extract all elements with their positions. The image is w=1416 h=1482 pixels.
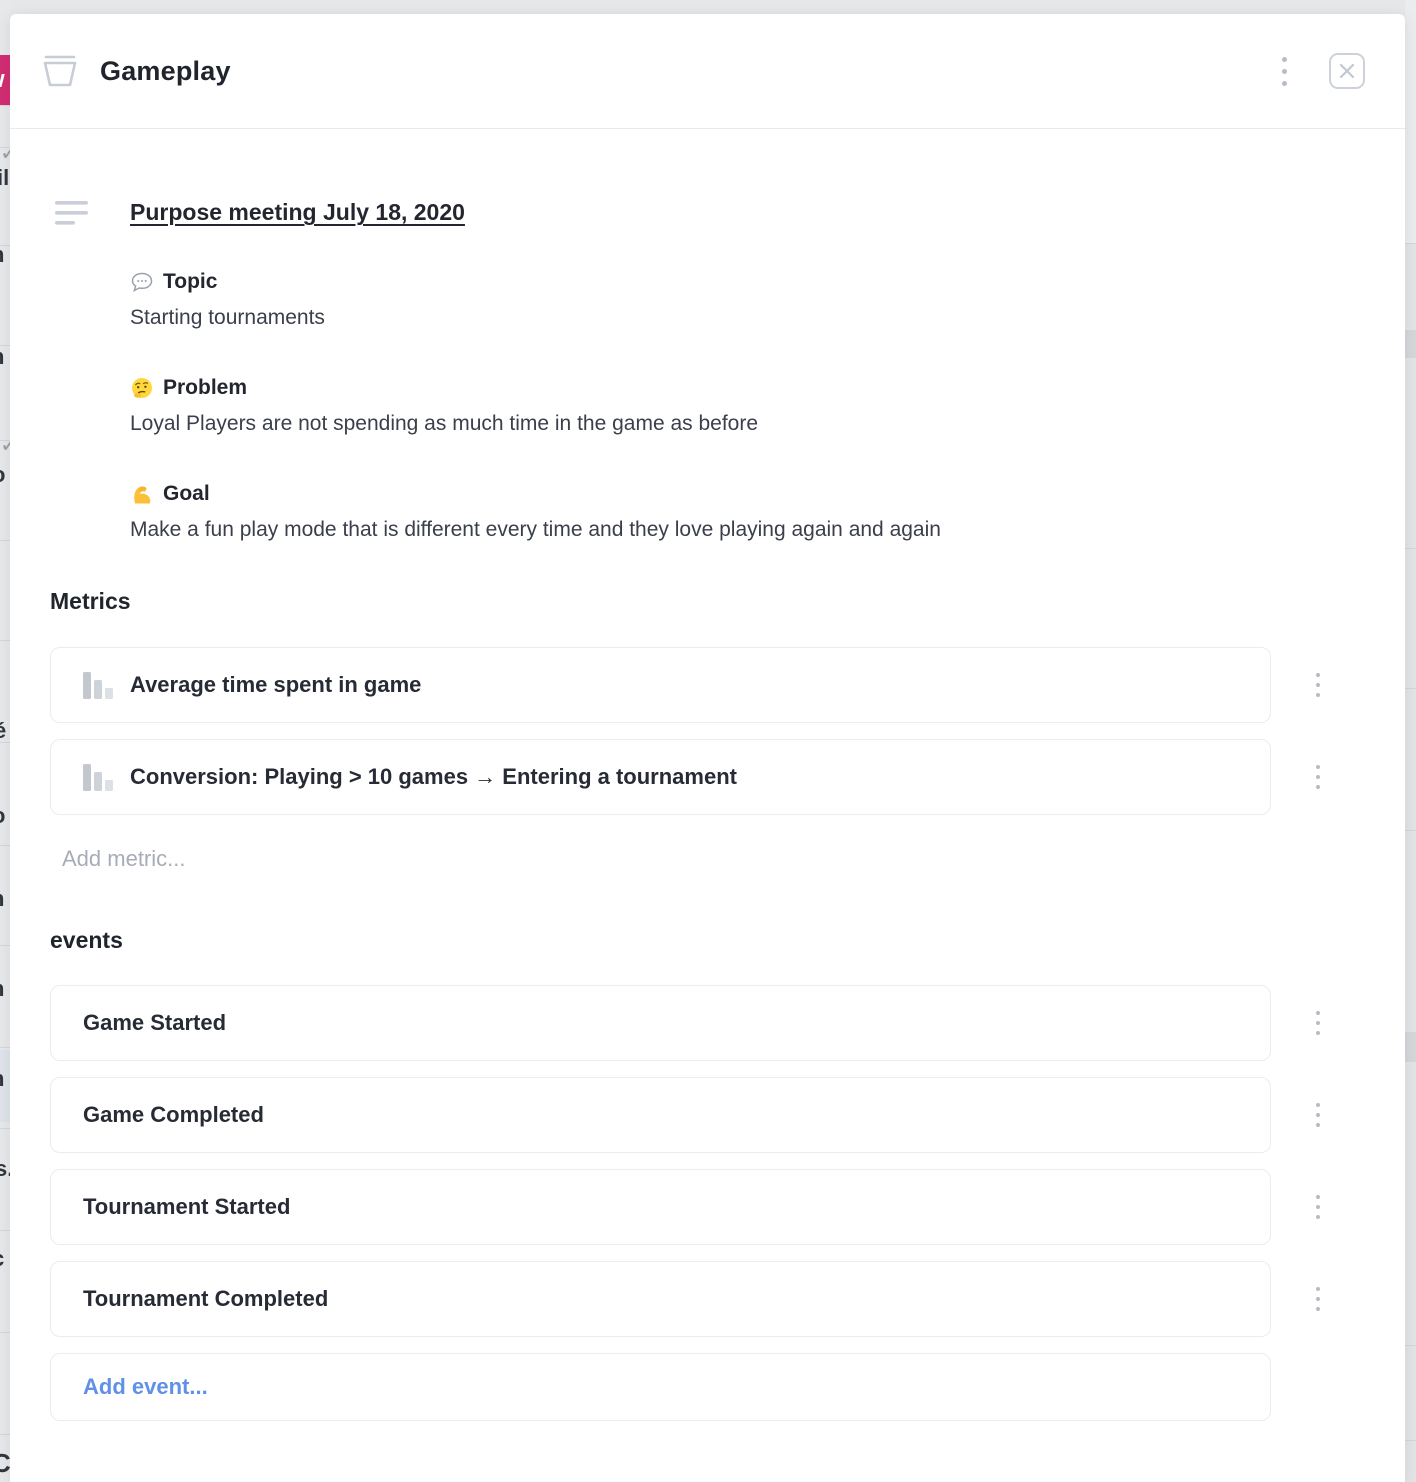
group-text: Starting tournaments — [130, 305, 1271, 330]
add-event-row: Add event... — [50, 1353, 1271, 1421]
group-text: Make a fun play mode that is different e… — [130, 517, 1271, 542]
close-button[interactable] — [1329, 53, 1365, 89]
event-kebab-menu-icon[interactable] — [1316, 1287, 1320, 1311]
description-group-goal: Goal Make a fun play mode that is differ… — [130, 482, 1271, 542]
event-label: Game Started — [83, 1010, 226, 1036]
event-card-game-completed[interactable]: Game Completed — [50, 1077, 1271, 1153]
bg-text-fragment: é — [0, 718, 6, 744]
event-kebab-menu-icon[interactable] — [1316, 1195, 1320, 1219]
description-group-problem: Problem Loyal Players are not spending a… — [130, 376, 1271, 436]
bar-chart-icon — [83, 671, 113, 699]
event-label: Tournament Completed — [83, 1286, 328, 1312]
description-group-topic: Topic Starting tournaments — [130, 270, 1271, 330]
group-label: Topic — [163, 270, 217, 294]
bg-text-fragment: n — [0, 886, 4, 912]
bg-text-fragment: n — [0, 344, 4, 370]
bg-text-fragment: o — [0, 803, 5, 829]
group-label: Problem — [163, 376, 247, 400]
bg-text-fragment: n — [0, 242, 4, 268]
metric-card-average-time[interactable]: Average time spent in game — [50, 647, 1271, 723]
category-description[interactable]: Purpose meeting July 18, 2020 Topic Star… — [130, 199, 1271, 542]
event-row: Tournament Completed — [50, 1261, 1271, 1337]
metric-row: Average time spent in game — [50, 647, 1271, 723]
metric-kebab-menu-icon[interactable] — [1316, 765, 1320, 789]
group-text: Loyal Players are not spending as much t… — [130, 411, 1271, 436]
flexed-biceps-emoji — [130, 482, 154, 506]
close-icon — [1339, 63, 1355, 79]
bg-text-fragment: c — [0, 1246, 4, 1272]
background-page-right-strip — [1405, 0, 1416, 1482]
category-basket-icon — [42, 54, 78, 88]
metric-row: Conversion: Playing > 10 games → Enterin… — [50, 739, 1271, 815]
metric-label: Conversion: Playing > 10 games → Enterin… — [130, 764, 737, 790]
panel-header: Gameplay — [10, 14, 1405, 129]
event-card-game-started[interactable]: Game Started — [50, 985, 1271, 1061]
metric-kebab-menu-icon[interactable] — [1316, 673, 1320, 697]
group-label: Goal — [163, 482, 210, 506]
bg-text-fragment: o — [0, 462, 5, 488]
bg-text-fragment: n — [0, 1066, 4, 1092]
event-label: Tournament Started — [83, 1194, 290, 1220]
description-lines-icon — [55, 201, 89, 227]
panel-more-menu-icon[interactable] — [1282, 57, 1287, 86]
event-row: Tournament Started — [50, 1169, 1271, 1245]
metric-card-conversion[interactable]: Conversion: Playing > 10 games → Enterin… — [50, 739, 1271, 815]
add-metric-input[interactable]: Add metric... — [62, 846, 1271, 872]
event-label: Game Completed — [83, 1102, 264, 1128]
add-event-label: Add event... — [83, 1374, 208, 1400]
speech-balloon-emoji — [130, 270, 154, 294]
bar-chart-icon — [83, 763, 113, 791]
event-row: Game Completed — [50, 1077, 1271, 1153]
event-kebab-menu-icon[interactable] — [1316, 1011, 1320, 1035]
category-detail-panel: Gameplay Purpose meeting July 18, 2020 — [10, 14, 1405, 1482]
page-title: Gameplay — [100, 56, 231, 87]
bg-text-fragment: n — [0, 976, 4, 1002]
event-card-tournament-completed[interactable]: Tournament Completed — [50, 1261, 1271, 1337]
add-event-button[interactable]: Add event... — [50, 1353, 1271, 1421]
panel-content: Purpose meeting July 18, 2020 Topic Star… — [10, 129, 1405, 1421]
event-row: Game Started — [50, 985, 1271, 1061]
events-heading: events — [50, 927, 1271, 954]
description-title: Purpose meeting July 18, 2020 — [130, 199, 465, 226]
bg-text-fragment: il — [0, 165, 9, 191]
metric-label: Average time spent in game — [130, 672, 421, 698]
event-card-tournament-started[interactable]: Tournament Started — [50, 1169, 1271, 1245]
badge-letter-fragment: w — [0, 55, 5, 105]
thinking-face-emoji — [130, 376, 154, 400]
metrics-heading: Metrics — [50, 588, 1271, 615]
event-kebab-menu-icon[interactable] — [1316, 1103, 1320, 1127]
